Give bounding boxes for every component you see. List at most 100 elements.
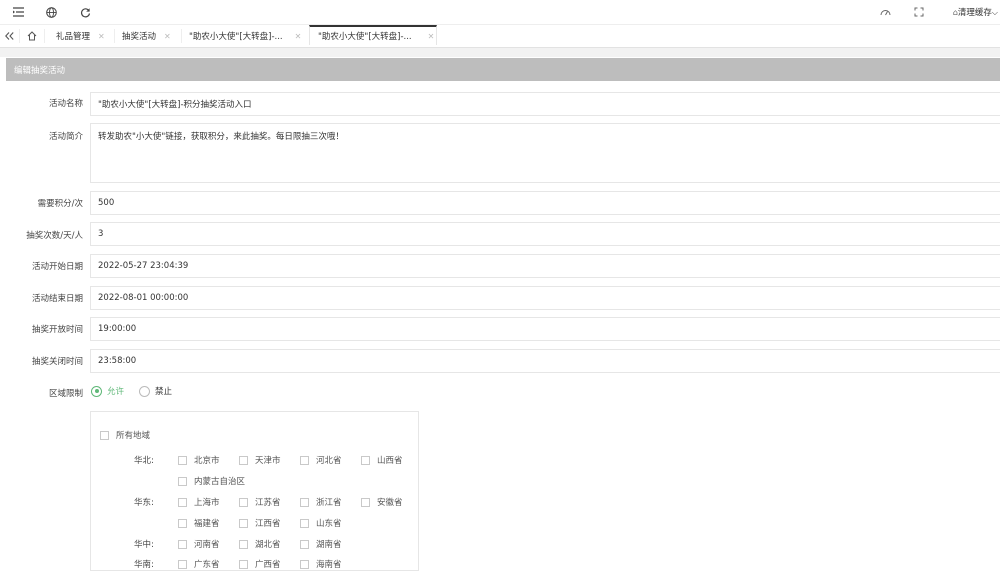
- group-label-east: 华东:: [134, 498, 154, 508]
- checkbox-label: 海南省: [316, 560, 342, 570]
- checkbox-label: 广东省: [194, 560, 220, 570]
- checkbox-all-regions[interactable]: 所有地域: [100, 429, 150, 441]
- close-time-input[interactable]: 23:58:00: [90, 349, 1000, 373]
- checkbox-icon: [178, 518, 187, 528]
- group-label-south: 华南:: [134, 560, 154, 570]
- theme-icon[interactable]: [877, 4, 893, 20]
- checkbox-icon: [178, 497, 187, 507]
- clear-cache-label: 清理缓存: [957, 8, 992, 18]
- checkbox-label: 天津市: [255, 456, 281, 466]
- checkbox-icon: [239, 497, 248, 507]
- checkbox-region[interactable]: 福建省: [178, 517, 220, 529]
- checkbox-icon: [239, 455, 248, 465]
- close-icon[interactable]: ✕: [164, 32, 171, 41]
- label-close-time: 抽奖关闭时间: [31, 357, 83, 367]
- tab-activity-edit[interactable]: "助农小大使"[大转盘]-... ✕: [309, 25, 437, 45]
- radio-allow-label: 允许: [107, 387, 125, 397]
- draws-per-day-input[interactable]: 3: [90, 222, 1000, 246]
- checkbox-label: 江苏省: [255, 498, 281, 508]
- checkbox-icon: [239, 539, 248, 549]
- home-icon[interactable]: [25, 27, 39, 45]
- checkbox-region[interactable]: 山东省: [300, 517, 342, 529]
- checkbox-region[interactable]: 海南省: [300, 558, 342, 570]
- radio-allow[interactable]: 允许: [91, 385, 124, 397]
- clear-cache-menu[interactable]: ⌂清理缓存⌵: [953, 6, 998, 18]
- radio-checked-icon: [91, 385, 102, 397]
- tab-label: "助农小大使"[大转盘]-...: [318, 32, 412, 42]
- checkbox-region[interactable]: 安徽省: [361, 496, 403, 508]
- checkbox-region[interactable]: 湖北省: [239, 538, 281, 550]
- checkbox-icon: [239, 559, 248, 569]
- content-gap: [0, 48, 1000, 57]
- checkbox-icon: [300, 497, 309, 507]
- label-draws-per-day: 抽奖次数/天/人: [26, 231, 83, 241]
- checkbox-icon: [178, 455, 187, 465]
- end-date-input[interactable]: 2022-08-01 00:00:00: [90, 286, 1000, 310]
- checkbox-region[interactable]: 广西省: [239, 558, 281, 570]
- checkbox-label: 江西省: [255, 519, 281, 529]
- refresh-icon[interactable]: [77, 4, 93, 20]
- radio-deny[interactable]: 禁止: [139, 385, 172, 397]
- checkbox-region[interactable]: 江西省: [239, 517, 281, 529]
- checkbox-region[interactable]: 北京市: [178, 454, 220, 466]
- label-activity-intro: 活动简介: [48, 132, 83, 142]
- label-points-per-draw: 需要积分/次: [37, 199, 83, 209]
- checkbox-icon: [100, 430, 109, 440]
- checkbox-label: 山东省: [316, 519, 342, 529]
- checkbox-region[interactable]: 天津市: [239, 454, 281, 466]
- close-icon[interactable]: ✕: [98, 32, 105, 41]
- chevron-down-icon: ⌵: [991, 8, 998, 17]
- activity-name-input[interactable]: "助农小大使"[大转盘]-积分抽奖活动入口: [90, 92, 1000, 116]
- label-start-date: 活动开始日期: [31, 262, 83, 272]
- checkbox-label: 安徽省: [377, 498, 403, 508]
- globe-icon[interactable]: [43, 4, 59, 20]
- tab-label: "助农小大使"[大转盘]-...: [189, 32, 283, 42]
- label-end-date: 活动结束日期: [31, 294, 83, 304]
- tab-bar: 礼品管理 ✕ 抽奖活动 ✕ "助农小大使"[大转盘]-... ✕ "助农小大使"[大转…: [0, 25, 1000, 48]
- checkbox-icon: [178, 476, 187, 486]
- checkbox-region[interactable]: 江苏省: [239, 496, 281, 508]
- menu-icon[interactable]: [10, 4, 26, 20]
- checkbox-region[interactable]: 上海市: [178, 496, 220, 508]
- checkbox-label: 上海市: [194, 498, 220, 508]
- label-activity-name: 活动名称: [48, 99, 83, 109]
- radio-unchecked-icon: [139, 385, 150, 397]
- checkbox-region[interactable]: 内蒙古自治区: [178, 475, 245, 487]
- checkbox-icon: [361, 497, 370, 507]
- top-toolbar: ⌂清理缓存⌵: [0, 0, 1000, 25]
- checkbox-icon: [300, 539, 309, 549]
- tab-gift-management[interactable]: 礼品管理 ✕: [56, 25, 105, 47]
- points-per-draw-input[interactable]: 500: [90, 191, 1000, 215]
- checkbox-label: 广西省: [255, 560, 281, 570]
- checkbox-icon: [178, 539, 187, 549]
- tab-activity-detail[interactable]: "助农小大使"[大转盘]-... ✕: [189, 25, 301, 47]
- checkbox-label: 山西省: [377, 456, 403, 466]
- label-open-time: 抽奖开放时间: [31, 325, 83, 335]
- close-icon[interactable]: ✕: [428, 32, 435, 41]
- tab-label: 抽奖活动: [122, 32, 157, 42]
- checkbox-label: 北京市: [194, 456, 220, 466]
- group-label-central: 华中:: [134, 540, 154, 550]
- checkbox-icon: [239, 518, 248, 528]
- start-date-input[interactable]: 2022-05-27 23:04:39: [90, 254, 1000, 278]
- checkbox-label: 内蒙古自治区: [194, 477, 246, 487]
- checkbox-region[interactable]: 河北省: [300, 454, 342, 466]
- tab-lottery-activities[interactable]: 抽奖活动 ✕: [122, 25, 171, 47]
- checkbox-label: 湖北省: [255, 540, 281, 550]
- double-chevron-left-icon[interactable]: [3, 27, 15, 45]
- checkbox-label: 湖南省: [316, 540, 342, 550]
- checkbox-region[interactable]: 浙江省: [300, 496, 342, 508]
- checkbox-region[interactable]: 河南省: [178, 538, 220, 550]
- checkbox-label: 浙江省: [316, 498, 342, 508]
- checkbox-icon: [361, 455, 370, 465]
- fullscreen-icon[interactable]: [911, 4, 927, 20]
- open-time-input[interactable]: 19:00:00: [90, 317, 1000, 341]
- checkbox-region[interactable]: 山西省: [361, 454, 403, 466]
- group-label-north: 华北:: [134, 456, 154, 466]
- label-region-limit: 区域限制: [48, 389, 83, 399]
- checkbox-region[interactable]: 广东省: [178, 558, 220, 570]
- close-icon[interactable]: ✕: [295, 32, 302, 41]
- checkbox-label: 河南省: [194, 540, 220, 550]
- activity-intro-textarea[interactable]: 转发助农"小大使"链接，获取积分，来此抽奖。每日限抽三次哦！: [90, 123, 1000, 183]
- checkbox-region[interactable]: 湖南省: [300, 538, 342, 550]
